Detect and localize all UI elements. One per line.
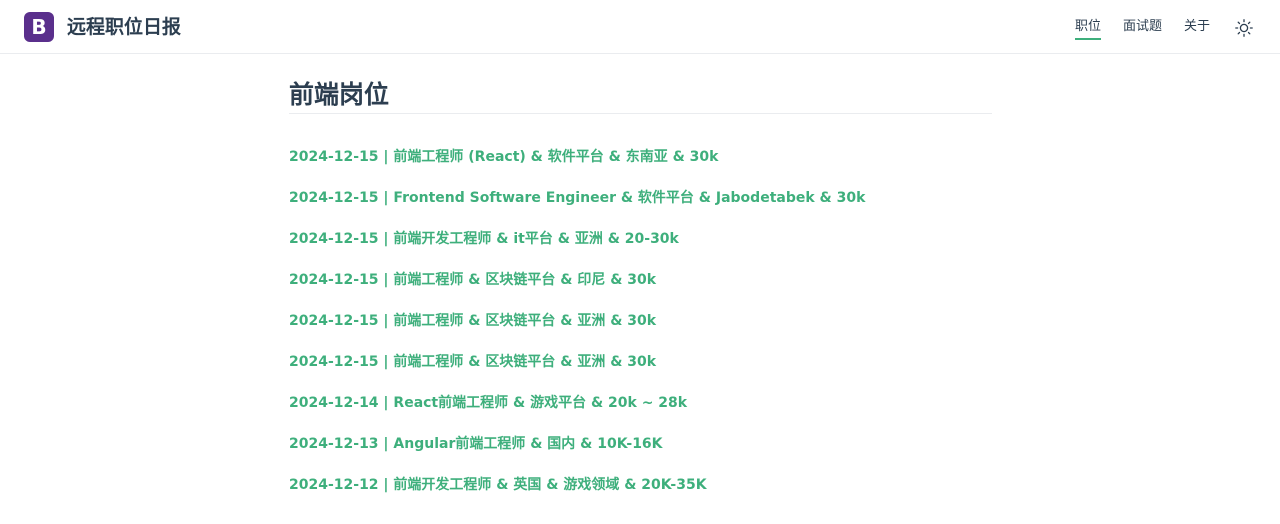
list-item: 2024-12-15 | Frontend Software Engineer … — [289, 188, 992, 229]
nav-link-jobs[interactable]: 职位 — [1074, 17, 1101, 40]
job-link[interactable]: 2024-12-13 | Angular前端工程师 & 国内 & 10K-16K — [289, 436, 663, 452]
page-title: 前端岗位 — [289, 78, 992, 114]
theme-toggle-button[interactable] — [1235, 19, 1253, 37]
job-list: 2024-12-15 | 前端工程师 (React) & 软件平台 & 东南亚 … — [289, 147, 992, 516]
list-item: 2024-12-15 | 前端开发工程师 & it平台 & 亚洲 & 20-30… — [289, 229, 992, 270]
nav-link-about[interactable]: 关于 — [1184, 17, 1210, 37]
nav-links: 职位 面试题 关于 — [1074, 17, 1210, 40]
list-item: 2024-12-15 | 前端工程师 & 区块链平台 & 亚洲 & 30k — [289, 352, 992, 393]
list-item: 2024-12-14 | React前端工程师 & 游戏平台 & 20k ~ 2… — [289, 393, 992, 434]
job-link[interactable]: 2024-12-15 | 前端工程师 & 区块链平台 & 亚洲 & 30k — [289, 313, 656, 329]
sun-icon — [1235, 19, 1253, 37]
job-link[interactable]: 2024-12-15 | 前端工程师 & 区块链平台 & 亚洲 & 30k — [289, 354, 656, 370]
list-item: 2024-12-15 | 前端工程师 (React) & 软件平台 & 东南亚 … — [289, 147, 992, 188]
list-item: 2024-12-13 | Angular前端工程师 & 国内 & 10K-16K — [289, 434, 992, 475]
list-item: 2024-12-12 | 前端开发工程师 & 英国 & 游戏领域 & 20K-3… — [289, 475, 992, 516]
job-link[interactable]: 2024-12-15 | 前端开发工程师 & it平台 & 亚洲 & 20-30… — [289, 231, 679, 247]
list-item: 2024-12-15 | 前端工程师 & 区块链平台 & 亚洲 & 30k — [289, 311, 992, 352]
nav-link-interview-questions[interactable]: 面试题 — [1123, 17, 1162, 37]
site-title[interactable]: 远程职位日报 — [67, 14, 181, 40]
job-link[interactable]: 2024-12-15 | 前端工程师 (React) & 软件平台 & 东南亚 … — [289, 149, 718, 165]
logo-icon[interactable]: B — [24, 12, 54, 42]
job-link[interactable]: 2024-12-12 | 前端开发工程师 & 英国 & 游戏领域 & 20K-3… — [289, 477, 707, 493]
top-navbar: B 远程职位日报 职位 面试题 关于 — [0, 0, 1280, 54]
main-content: 前端岗位 2024-12-15 | 前端工程师 (React) & 软件平台 &… — [289, 78, 992, 516]
list-item: 2024-12-15 | 前端工程师 & 区块链平台 & 印尼 & 30k — [289, 270, 992, 311]
job-link[interactable]: 2024-12-14 | React前端工程师 & 游戏平台 & 20k ~ 2… — [289, 395, 687, 411]
job-link[interactable]: 2024-12-15 | 前端工程师 & 区块链平台 & 印尼 & 30k — [289, 272, 656, 288]
job-link[interactable]: 2024-12-15 | Frontend Software Engineer … — [289, 190, 865, 206]
